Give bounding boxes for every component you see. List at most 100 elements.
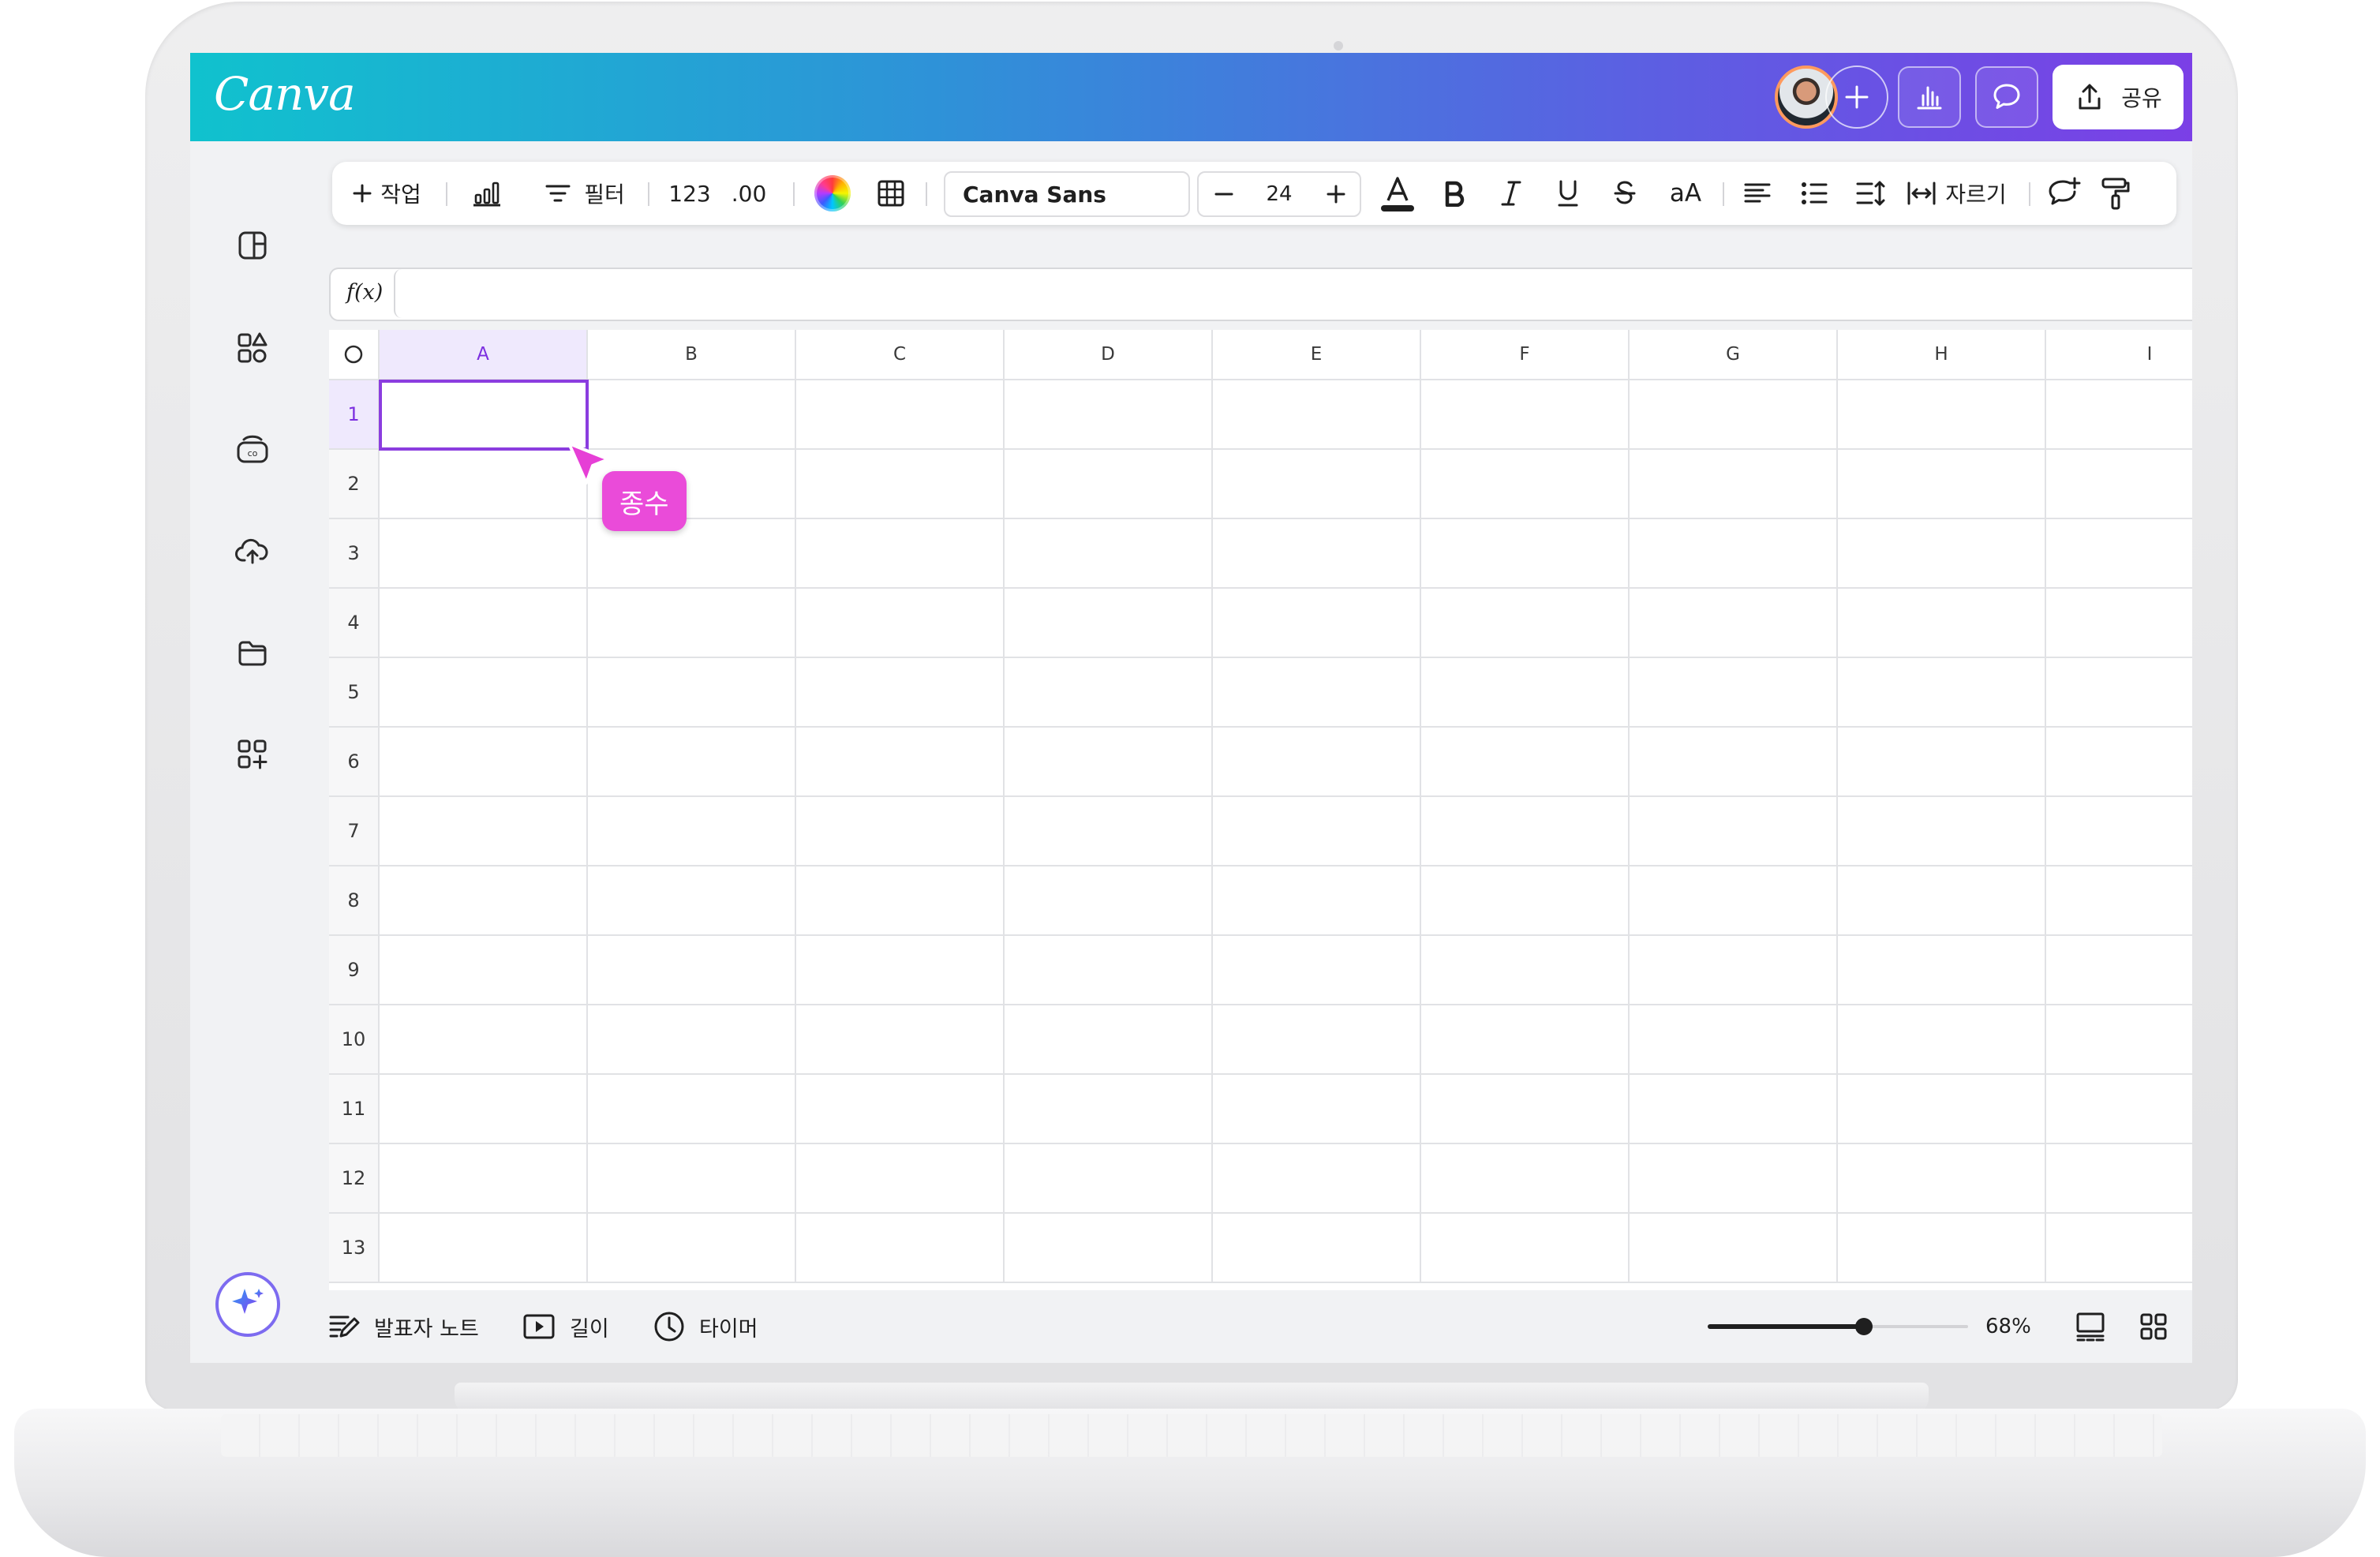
row-header[interactable]: 1 (329, 380, 380, 450)
grid-cell[interactable] (1421, 728, 1630, 797)
column-header[interactable]: I (2046, 330, 2192, 380)
grid-cell[interactable] (380, 658, 588, 728)
select-all-button[interactable] (329, 330, 380, 380)
grid-cell[interactable] (1421, 450, 1630, 519)
grid-cell[interactable] (1838, 658, 2046, 728)
grid-cell[interactable] (2046, 1005, 2192, 1075)
table-border-button[interactable] (869, 162, 913, 225)
grid-cell[interactable] (1213, 450, 1421, 519)
grid-cell[interactable] (796, 380, 1005, 450)
grid-cell[interactable] (796, 450, 1005, 519)
spacing-button[interactable] (1849, 162, 1893, 225)
grid-cell[interactable] (1005, 936, 1213, 1005)
font-family-select[interactable]: Canva Sans (944, 171, 1190, 217)
timer-button[interactable]: 타이머 (653, 1290, 758, 1363)
grid-cell[interactable] (380, 519, 588, 589)
color-button[interactable] (810, 162, 855, 225)
row-header[interactable]: 5 (329, 658, 380, 728)
grid-cell[interactable] (1213, 866, 1421, 936)
grid-cell[interactable] (380, 797, 588, 866)
grid-cell[interactable] (1630, 1075, 1838, 1144)
zoom-slider-thumb[interactable] (1855, 1318, 1873, 1335)
chart-button[interactable] (465, 162, 509, 225)
grid-cell[interactable] (796, 728, 1005, 797)
grid-cell[interactable] (1421, 658, 1630, 728)
grid-cell[interactable] (796, 1005, 1005, 1075)
folder-icon[interactable] (233, 634, 272, 673)
grid-cell[interactable] (1630, 936, 1838, 1005)
grid-cell[interactable] (1838, 866, 2046, 936)
grid-cell[interactable] (1421, 866, 1630, 936)
grid-cell[interactable] (1421, 1144, 1630, 1214)
page-view-button[interactable] (2075, 1290, 2106, 1363)
grid-cell[interactable] (1005, 1214, 1213, 1283)
grid-cell[interactable] (1630, 450, 1838, 519)
grid-cell[interactable] (1005, 1144, 1213, 1214)
layout-icon[interactable] (233, 226, 272, 265)
add-collaborator-button[interactable] (1825, 65, 1888, 129)
grid-cell[interactable] (1838, 519, 2046, 589)
row-header[interactable]: 7 (329, 797, 380, 866)
grid-cell[interactable] (1838, 1005, 2046, 1075)
grid-cell[interactable] (380, 1214, 588, 1283)
grid-cell[interactable] (1005, 797, 1213, 866)
grid-cell[interactable] (2046, 797, 2192, 866)
grid-cell[interactable] (2046, 380, 2192, 450)
grid-cell[interactable] (796, 1144, 1005, 1214)
grid-cell[interactable] (380, 450, 588, 519)
grid-cell[interactable] (2046, 866, 2192, 936)
grid-cell[interactable] (380, 728, 588, 797)
share-button[interactable]: 공유 (2053, 65, 2184, 129)
grid-cell[interactable] (1213, 1075, 1421, 1144)
grid-cell[interactable] (1005, 519, 1213, 589)
text-color-button[interactable] (1375, 162, 1420, 225)
row-header[interactable]: 6 (329, 728, 380, 797)
column-header[interactable]: B (588, 330, 796, 380)
grid-cell[interactable] (588, 1144, 796, 1214)
grid-cell[interactable] (2046, 1214, 2192, 1283)
insights-button[interactable] (1898, 66, 1961, 128)
column-header[interactable]: A (380, 330, 588, 380)
grid-cell[interactable] (1213, 658, 1421, 728)
grid-cell[interactable] (380, 589, 588, 658)
grid-cell[interactable] (1630, 589, 1838, 658)
grid-cell[interactable] (1421, 936, 1630, 1005)
grid-cell[interactable] (1005, 589, 1213, 658)
grid-cell[interactable] (1838, 797, 2046, 866)
column-header[interactable]: H (1838, 330, 2046, 380)
row-header[interactable]: 8 (329, 866, 380, 936)
upload-cloud-icon[interactable] (233, 531, 272, 571)
grid-cell[interactable] (2046, 1144, 2192, 1214)
grid-cell[interactable] (588, 936, 796, 1005)
grid-cell[interactable] (1421, 519, 1630, 589)
column-header[interactable]: E (1213, 330, 1421, 380)
grid-cell[interactable] (796, 519, 1005, 589)
grid-cell[interactable] (1213, 589, 1421, 658)
grid-cell[interactable] (588, 866, 796, 936)
magic-button[interactable] (215, 1272, 280, 1337)
decrease-font-size-button[interactable] (1202, 173, 1246, 215)
italic-button[interactable] (1489, 162, 1533, 225)
grid-cell[interactable] (796, 1214, 1005, 1283)
grid-cell[interactable] (1838, 589, 2046, 658)
grid-cell[interactable] (380, 1005, 588, 1075)
row-header[interactable]: 12 (329, 1144, 380, 1214)
grid-cell[interactable] (1213, 797, 1421, 866)
grid-cell[interactable] (1213, 1214, 1421, 1283)
grid-cell[interactable] (1838, 1214, 2046, 1283)
grid-cell[interactable] (1005, 728, 1213, 797)
grid-cell[interactable] (1630, 658, 1838, 728)
grid-cell[interactable] (380, 866, 588, 936)
row-header[interactable]: 4 (329, 589, 380, 658)
column-header[interactable]: F (1421, 330, 1630, 380)
grid-cell[interactable] (1421, 589, 1630, 658)
grid-cell[interactable] (1213, 380, 1421, 450)
grid-cell[interactable] (1630, 728, 1838, 797)
grid-cell[interactable] (1630, 866, 1838, 936)
active-cell[interactable] (379, 380, 589, 451)
grid-cell[interactable] (588, 380, 796, 450)
grid-cell[interactable] (1421, 797, 1630, 866)
grid-cell[interactable] (1838, 1075, 2046, 1144)
grid-cell[interactable] (1838, 1144, 2046, 1214)
column-header[interactable]: G (1630, 330, 1838, 380)
